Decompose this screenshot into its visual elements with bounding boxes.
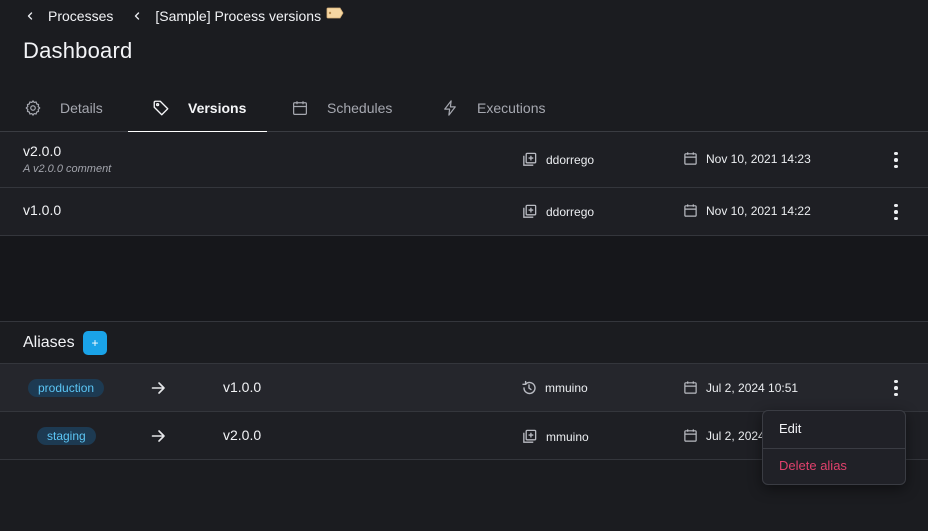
version-author: ddorrego (521, 151, 594, 168)
tab-bar: Details Versions Schedules Executions (0, 84, 928, 133)
chevron-left-icon (135, 12, 140, 20)
date-text: Jul 2, 2024 (706, 428, 765, 443)
tab-executions[interactable]: Executions (441, 84, 545, 132)
tab-versions[interactable]: Versions (128, 84, 267, 133)
process-versions-page: Processes [Sample] Process versions Dash… (0, 0, 928, 531)
arrow-right-icon (151, 430, 165, 442)
alias-row[interactable]: production v1.0.0 mmuino Jul 2, 2024 10:… (0, 364, 928, 412)
alias-date: Jul 2, 2024 10:51 (683, 380, 798, 395)
add-box-icon (523, 204, 537, 218)
aliases-header: Aliases + (0, 322, 928, 364)
date-text: Nov 10, 2021 14:23 (706, 151, 811, 166)
more-options-icon[interactable] (886, 202, 906, 222)
tab-details[interactable]: Details (24, 84, 128, 132)
version-name: v1.0.0 (23, 202, 62, 218)
history-icon (522, 380, 536, 395)
alias-version: v2.0.0 (223, 427, 262, 443)
more-options-icon[interactable] (886, 150, 906, 170)
alias-date: Jul 2, 2024 (683, 428, 765, 443)
chevron-left-icon (27, 12, 33, 20)
label-tag-icon (326, 7, 344, 19)
add-box-icon (523, 429, 537, 443)
delete-alias-menu-item[interactable]: Delete alias (763, 458, 905, 473)
calendar-icon (684, 204, 697, 217)
version-name: v2.0.0 (23, 143, 62, 159)
more-options-icon[interactable] (886, 378, 906, 398)
tab-label: Schedules (327, 100, 393, 116)
list-spacer (0, 236, 928, 322)
tab-label: Versions (188, 100, 247, 116)
alias-badge: production (28, 379, 105, 397)
calendar-icon (684, 429, 697, 442)
version-row[interactable]: v2.0.0 A v2.0.0 comment ddorrego Nov 10,… (0, 132, 928, 188)
version-date: Nov 10, 2021 14:22 (683, 203, 811, 218)
versions-list: v2.0.0 A v2.0.0 comment ddorrego Nov 10,… (0, 132, 928, 236)
tab-schedules[interactable]: Schedules (291, 84, 392, 132)
breadcrumb-process[interactable]: [Sample] Process versions (131, 7, 344, 24)
author-name: mmuino (545, 381, 588, 395)
breadcrumb-processes[interactable]: Processes (24, 8, 113, 24)
date-text: Nov 10, 2021 14:22 (706, 203, 811, 218)
lightning-icon (444, 100, 456, 116)
page-title: Dashboard (23, 38, 133, 63)
tag-icon (153, 100, 169, 116)
add-alias-button[interactable]: + (83, 331, 107, 355)
alias-author: mmuino (521, 428, 589, 445)
alias-context-menu: Edit Delete alias (762, 410, 906, 485)
author-name: ddorrego (546, 204, 595, 219)
date-text: Jul 2, 2024 10:51 (706, 380, 799, 395)
aliases-title: Aliases (23, 334, 75, 351)
calendar-icon (684, 381, 697, 394)
arrow-right-icon (151, 382, 165, 394)
tab-label: Executions (477, 100, 546, 116)
add-box-icon (523, 152, 537, 166)
version-comment: A v2.0.0 comment (23, 163, 112, 175)
calendar-icon (293, 101, 307, 115)
calendar-icon (684, 152, 697, 165)
alias-badge: staging (37, 427, 96, 445)
tab-label: Details (60, 100, 103, 116)
author-name: mmuino (546, 429, 589, 444)
menu-divider (763, 448, 905, 449)
breadcrumb-label: [Sample] Process versions (155, 8, 322, 24)
version-author: ddorrego (521, 203, 594, 220)
edit-alias-menu-item[interactable]: Edit (763, 421, 905, 436)
breadcrumb-label: Processes (48, 8, 114, 24)
alias-author: mmuino (521, 380, 588, 396)
alias-version: v1.0.0 (223, 379, 262, 395)
version-row[interactable]: v1.0.0 ddorrego Nov 10, 2021 14:22 (0, 188, 928, 236)
version-date: Nov 10, 2021 14:23 (683, 151, 811, 166)
author-name: ddorrego (546, 152, 595, 167)
breadcrumb: Processes [Sample] Process versions (0, 0, 344, 32)
gear-icon (25, 100, 41, 116)
